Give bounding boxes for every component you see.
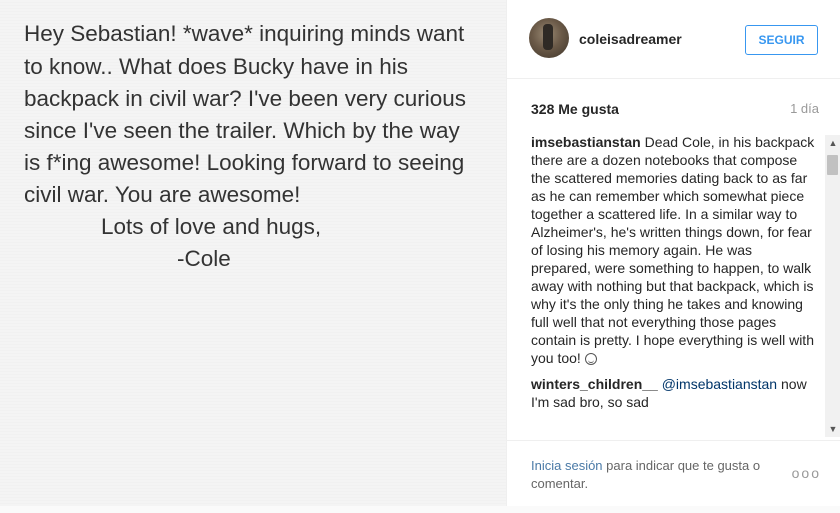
comments-scrollbar[interactable]: ▲ ▼: [825, 135, 840, 437]
post-header: coleisadreamer SEGUIR: [507, 0, 840, 79]
post-modal: Hey Sebastian! *wave* inquiring minds wa…: [0, 0, 840, 513]
comment-username[interactable]: winters_children__: [531, 376, 658, 392]
note-line: Hey Sebastian! *wave* inquiring minds wa…: [24, 21, 465, 46]
username-link[interactable]: coleisadreamer: [579, 31, 682, 47]
bottom-strip: [0, 506, 840, 513]
post-footer: Inicia sesión para indicar que te gusta …: [507, 440, 840, 507]
comment-mention[interactable]: @imsebastianstan: [662, 376, 777, 392]
scrollbar-thumb[interactable]: [827, 155, 838, 175]
more-options-icon[interactable]: ooo: [792, 465, 821, 481]
comment: winters_children__ @imsebastianstan now …: [531, 375, 815, 411]
smiley-icon: [584, 353, 597, 365]
note-line: is f*ing awesome! Looking forward to see…: [24, 150, 465, 175]
login-link[interactable]: Inicia sesión: [531, 458, 603, 473]
comments-list: imsebastianstan Dead Cole, in his backpa…: [531, 133, 815, 437]
note-line: backpack in civil war? I've been very cu…: [24, 86, 466, 111]
comment-username[interactable]: imsebastianstan: [531, 134, 641, 150]
note-line: since I've seen the trailer. Which by th…: [24, 118, 460, 143]
scroll-up-arrow-icon[interactable]: ▲: [825, 135, 840, 151]
comment-text: Dead Cole, in his backpack there are a d…: [531, 134, 815, 366]
post-time[interactable]: 1 día: [790, 101, 819, 116]
scroll-down-arrow-icon[interactable]: ▼: [825, 421, 840, 437]
note-line: Lots of love and hugs,: [101, 214, 322, 239]
note-line: to know.. What does Bucky have in his: [24, 54, 408, 79]
note-line: civil war. You are awesome!: [24, 182, 301, 207]
avatar[interactable]: [529, 18, 569, 58]
follow-button[interactable]: SEGUIR: [745, 25, 818, 55]
likes-count[interactable]: 328 Me gusta: [531, 101, 619, 117]
post-sidebar: coleisadreamer SEGUIR 328 Me gusta 1 día…: [506, 0, 840, 506]
post-image: Hey Sebastian! *wave* inquiring minds wa…: [0, 0, 506, 506]
comment: imsebastianstan Dead Cole, in his backpa…: [531, 133, 815, 367]
login-prompt: Inicia sesión para indicar que te gusta …: [531, 457, 791, 493]
